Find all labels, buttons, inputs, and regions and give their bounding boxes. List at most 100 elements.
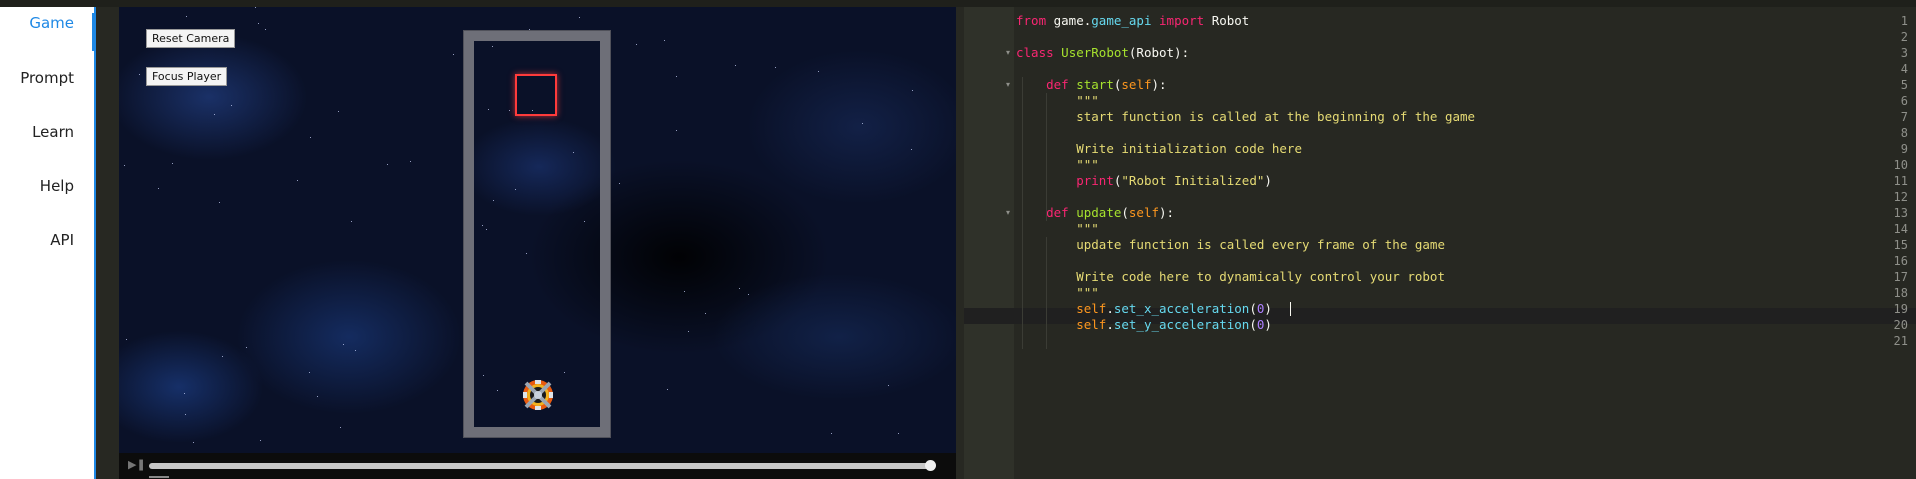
code-token: class [1016, 45, 1054, 60]
code-line[interactable]: print("Robot Initialized") [1016, 173, 1272, 189]
code-token: start [1076, 77, 1114, 92]
code-token: set_y_acceleration [1113, 317, 1250, 332]
code-token: ) [1264, 301, 1272, 316]
star [184, 393, 185, 394]
code-line[interactable]: def start(self): [1016, 77, 1166, 93]
code-line[interactable]: update function is called every frame of… [1016, 237, 1445, 253]
line-number: 11 [1893, 174, 1908, 188]
line-number: 17 [1893, 270, 1908, 284]
code-line[interactable]: """ [1016, 221, 1099, 237]
star [139, 74, 140, 75]
sidebar-item-api[interactable]: API [50, 231, 74, 249]
code-line[interactable]: def update(self): [1016, 205, 1174, 221]
sidebar-item-game[interactable]: Game [29, 14, 74, 32]
line-number: 21 [1893, 334, 1908, 348]
star [310, 137, 311, 138]
star [688, 331, 689, 332]
code-token: (Robot): [1128, 45, 1190, 60]
star [351, 221, 352, 222]
game-canvas[interactable]: Reset Camera Focus Player [119, 7, 956, 453]
code-line[interactable]: start function is called at the beginnin… [1016, 109, 1475, 125]
playback-slider[interactable] [149, 463, 929, 469]
code-token: """ [1076, 93, 1099, 108]
star [862, 123, 863, 124]
star [735, 65, 736, 66]
star [676, 130, 677, 131]
indent-guide [1046, 93, 1047, 221]
star [214, 114, 215, 115]
code-token: self [1076, 301, 1107, 316]
code-line[interactable]: class UserRobot(Robot): [1016, 45, 1189, 61]
star [343, 344, 344, 345]
fold-arrow-icon[interactable]: ▾ [1006, 77, 1010, 93]
code-token: self [1076, 317, 1107, 332]
code-editor[interactable]: 1 from game.game_api import Robot 2 3 ▾ class… [964, 7, 1916, 479]
star [619, 183, 620, 184]
star [911, 149, 912, 150]
line-number: 14 [1893, 222, 1908, 236]
code-line[interactable]: """ [1016, 285, 1099, 301]
line-number: 2 [1900, 30, 1908, 44]
code-token: Write code here to dynamically control y… [1076, 269, 1445, 284]
code-line[interactable]: Write initialization code here [1016, 141, 1302, 157]
code-token: game_api [1091, 13, 1152, 28]
code-line[interactable]: """ [1016, 93, 1099, 109]
sidebar-item-prompt[interactable]: Prompt [20, 69, 74, 87]
star [355, 350, 356, 351]
code-token: update function is called every frame of… [1076, 237, 1445, 252]
reset-camera-button[interactable]: Reset Camera [146, 29, 236, 48]
play-pause-icon[interactable]: ▶❚ [128, 458, 146, 471]
star [246, 347, 247, 348]
playback-slider-thumb[interactable] [925, 460, 936, 471]
star [739, 288, 740, 289]
line-number: 15 [1893, 238, 1908, 252]
code-line[interactable]: """ [1016, 157, 1099, 173]
line-number: 12 [1893, 190, 1908, 204]
star [158, 188, 159, 189]
code-line[interactable]: self.set_y_acceleration(0) [1016, 317, 1272, 333]
sidebar-item-help[interactable]: Help [40, 177, 74, 195]
line-number: 6 [1900, 94, 1908, 108]
code-token: import [1159, 13, 1205, 28]
star [172, 163, 173, 164]
star [222, 356, 223, 357]
code-token: Write initialization code here [1076, 141, 1302, 156]
star [410, 161, 411, 162]
star [898, 433, 899, 434]
code-token: """ [1076, 221, 1099, 236]
star [255, 7, 256, 8]
focus-player-button[interactable]: Focus Player [146, 67, 228, 86]
star [387, 164, 388, 165]
code-line[interactable]: from game.game_api import Robot [1016, 13, 1249, 29]
code-token: from [1016, 13, 1047, 28]
star [317, 396, 318, 397]
star [258, 23, 259, 24]
star [831, 433, 832, 434]
playback-marker [149, 476, 169, 478]
sidebar-item-learn[interactable]: Learn [32, 123, 74, 141]
code-token: Robot [1204, 13, 1250, 28]
line-number: 19 [1893, 302, 1908, 316]
top-bar [0, 0, 1916, 7]
line-number: 10 [1893, 158, 1908, 172]
star [124, 165, 125, 166]
fold-arrow-icon[interactable]: ▾ [1006, 205, 1010, 221]
star [684, 291, 685, 292]
code-line[interactable]: self.set_x_acceleration(0) [1016, 301, 1272, 317]
fold-arrow-icon[interactable]: ▾ [1006, 45, 1010, 61]
code-token: self [1121, 77, 1152, 92]
code-token: ) [1264, 173, 1272, 188]
star [529, 29, 530, 30]
robot-sprite [523, 380, 553, 410]
star [309, 372, 310, 373]
code-line[interactable]: Write code here to dynamically control y… [1016, 269, 1445, 285]
star [636, 44, 637, 45]
indent-guide [1022, 77, 1023, 237]
line-number: 9 [1900, 142, 1908, 156]
star [748, 294, 749, 295]
code-token: UserRobot [1061, 45, 1129, 60]
code-token: ( [1249, 301, 1257, 316]
